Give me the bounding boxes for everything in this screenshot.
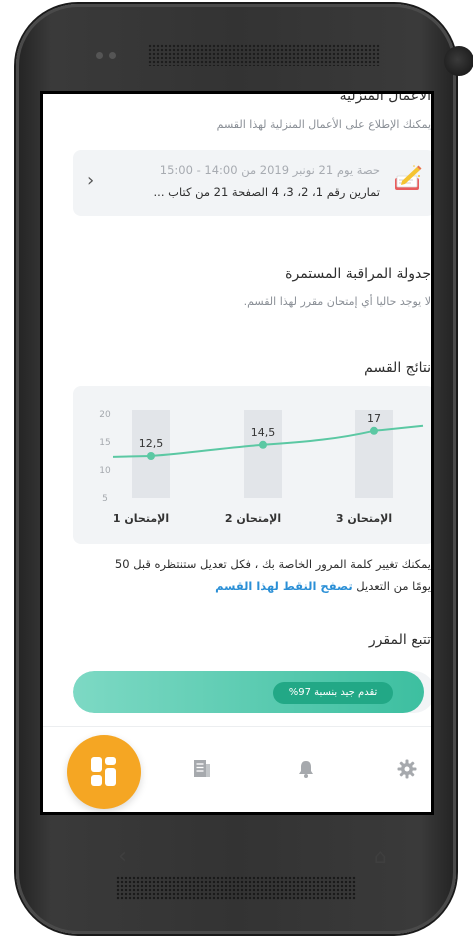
homework-subtitle: يمكنك الإطلاع على الأعمال المنزلية لهذا … — [216, 118, 431, 131]
chart-column-bg — [244, 410, 282, 498]
device-home-button[interactable]: ⌂ — [374, 844, 387, 868]
results-chart-card: 20 15 10 5 12,5 14,5 17 الإمتحان 1 الإمتحان 2 الإ… — [73, 386, 431, 544]
phone-screen: الأعمال المنزلية يمكنك الإطلاع على الأعم… — [40, 91, 434, 815]
gear-icon[interactable] — [397, 759, 417, 779]
data-label: 12,5 — [139, 437, 164, 450]
y-tick-label: 10 — [99, 466, 111, 476]
home-icon — [91, 757, 117, 787]
browse-grades-link[interactable]: تصفح النقط لهذا القسم — [215, 579, 353, 593]
bottom-speaker — [116, 876, 356, 900]
homework-exercises: تمارين رقم 1، 2، 3، 4 الصفحة 21 من كتاب … — [153, 185, 380, 199]
device-nav-bar: ‹ ⌂ — [16, 824, 456, 884]
homework-session-time: حصة يوم 21 نونبر 2019 من 14:00 - 15:00 — [159, 163, 380, 177]
homework-title: الأعمال المنزلية — [339, 91, 431, 104]
x-tick-label: الإمتحان 3 — [336, 512, 392, 525]
earpiece-speaker — [148, 44, 380, 66]
front-camera-icon — [444, 46, 473, 76]
app-content: الأعمال المنزلية يمكنك الإطلاع على الأعم… — [43, 94, 431, 812]
monitoring-title: جدولة المراقبة المستمرة — [285, 266, 431, 282]
course-progress-bar: تقدم جيد بنسبة 97% — [73, 671, 431, 713]
device-back-button[interactable]: ‹ — [118, 844, 127, 869]
homework-card[interactable]: حصة يوم 21 نونبر 2019 من 14:00 - 15:00 ت… — [73, 150, 431, 216]
home-button[interactable] — [67, 735, 141, 809]
bell-icon[interactable] — [297, 759, 315, 779]
document-icon[interactable] — [193, 759, 211, 779]
info-text-line1: يمكنك تغيير كلمة المرور الخاصة بك ، فكل … — [114, 557, 431, 571]
data-point — [147, 452, 155, 460]
data-point — [370, 426, 378, 435]
x-tick-label: الإمتحان 1 — [113, 512, 169, 525]
sensor-dots — [96, 52, 116, 59]
data-label: 17 — [367, 412, 381, 425]
results-title: نتائج القسم — [364, 360, 431, 376]
y-tick-label: 5 — [102, 494, 108, 504]
y-tick-label: 15 — [99, 438, 110, 448]
info-text-line2: يومًا من التعديل تصفح النقط لهذا القسم — [66, 575, 431, 597]
monitoring-subtitle: لا يوجد حاليا أي إمتحان مقرر لهذا القسم. — [243, 295, 431, 308]
notebook-pencil-icon — [395, 165, 422, 190]
info-text-prefix: يومًا من التعديل — [356, 579, 431, 593]
data-label: 14,5 — [251, 426, 276, 439]
progress-label: تقدم جيد بنسبة 97% — [273, 682, 393, 704]
course-progress-fill: تقدم جيد بنسبة 97% — [73, 671, 424, 713]
y-tick-label: 20 — [99, 410, 111, 420]
bottom-nav-bar — [43, 726, 431, 812]
phone-top-bezel — [50, 10, 473, 90]
results-chart: 20 15 10 5 12,5 14,5 17 الإمتحان 1 الإمتحان 2 الإ… — [99, 410, 424, 525]
data-point — [259, 440, 267, 449]
chevron-left-icon[interactable]: ‹ — [87, 170, 94, 191]
tracking-title: تتبع المقرر — [368, 632, 431, 648]
x-tick-label: الإمتحان 2 — [225, 512, 281, 525]
